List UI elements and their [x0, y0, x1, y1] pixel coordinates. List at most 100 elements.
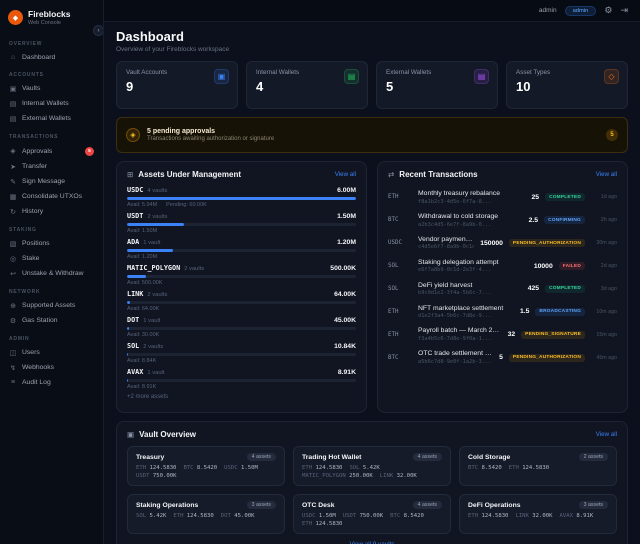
holding-symbol: USDC: [302, 513, 316, 519]
sidebar-item-label: Internal Wallets: [22, 100, 69, 107]
stat-value: 10: [516, 79, 531, 94]
vault-card[interactable]: Staking Operations 3 assets SOL 5.42K ET…: [127, 494, 285, 534]
sidebar-item[interactable]: ⊕ Supported Assets: [4, 298, 99, 313]
holding-value: 124.5830: [315, 465, 343, 471]
sidebar-collapse-button[interactable]: ‹: [93, 25, 103, 36]
holding-value: 750.00K: [359, 513, 384, 519]
asset-symbol: SOL: [127, 342, 140, 350]
sidebar-item[interactable]: ▣ Vaults: [4, 81, 99, 96]
holding-value: 8.5420: [481, 465, 502, 471]
sidebar-item-label: Unstake & Withdraw: [22, 270, 84, 277]
pending-approvals-banner[interactable]: ◈ 5 pending approvals Transactions await…: [116, 117, 628, 153]
sidebar-item[interactable]: ▤ External Wallets: [4, 111, 99, 126]
asset-symbol: ADA: [127, 238, 140, 246]
sidebar-item[interactable]: ↻ History: [4, 204, 99, 219]
main-content: Dashboard Overview of your Fireblocks wo…: [104, 22, 640, 544]
transaction-row[interactable]: ETH Payroll batch — March 2026 f3a4b5c6-…: [388, 323, 617, 346]
asset-available: Avail: 30.00K: [127, 331, 160, 338]
sidebar-item-icon: ▧: [9, 240, 17, 248]
holding-value: 250.00K: [349, 473, 373, 479]
vault-holding: USDT 750.00K: [136, 473, 176, 479]
stat-icon: ▣: [214, 69, 229, 84]
vault-holding: ETH 124.5830: [302, 465, 342, 471]
sidebar-item-icon: ↻: [10, 208, 16, 216]
vault-name: Trading Hot Wallet: [302, 453, 362, 461]
asset-available: Avail: 64.00K: [127, 305, 160, 312]
vault-holding: LINK 32.00K: [380, 473, 417, 479]
vault-card[interactable]: OTC Desk 4 assets USDC 1.50M USDT 750.00…: [293, 494, 451, 534]
txn-title: Staking delegation attempt: [418, 258, 499, 266]
sidebar-item-label: Audit Log: [22, 378, 51, 386]
aum-asset-row[interactable]: ADA 1 vault 1.20M Avail: 1.20M: [127, 238, 356, 260]
vault-name: Treasury: [136, 453, 165, 461]
sidebar-item[interactable]: ◫ Users: [4, 345, 99, 360]
sidebar-item[interactable]: ◈ Approvals 5: [4, 143, 99, 159]
vault-asset-count-badge: 4 assets: [412, 501, 442, 509]
transactions-view-all-link[interactable]: View all: [596, 171, 617, 178]
transaction-row[interactable]: SOL Staking delegation attempt e6f7a8b9-…: [388, 255, 617, 278]
sidebar-item[interactable]: ▧ Positions: [4, 236, 99, 251]
aum-asset-row[interactable]: DOT 1 vault 45.00K Avail: 30.00K: [127, 316, 356, 338]
vault-card[interactable]: Trading Hot Wallet 4 assets ETH 124.5830…: [293, 446, 451, 486]
sidebar-item[interactable]: ▦ Consolidate UTXOs: [4, 189, 99, 204]
sidebar-item[interactable]: ↩ Unstake & Withdraw: [4, 266, 99, 281]
asset-symbol: USDC: [127, 186, 144, 194]
holding-value: 1.50M: [241, 465, 258, 471]
more-assets-link[interactable]: +2 more assets: [127, 394, 356, 400]
holding-value: 8.5420: [403, 513, 424, 519]
holding-symbol: BTC: [390, 513, 401, 519]
txn-asset: SOL: [388, 285, 399, 292]
asset-progress-track: [127, 352, 356, 356]
vault-cards-grid: Treasury 4 assets ETH 124.5830 BTC 8.542…: [127, 446, 617, 534]
transaction-row[interactable]: BTC Withdrawal to cold storage a2b3c4d5-…: [388, 209, 617, 232]
transaction-row[interactable]: USDC Vendor payment — invoice ... c4d5e6…: [388, 232, 617, 255]
swap-arrows-icon: ⇄: [388, 170, 395, 179]
holding-value: 1.50M: [318, 513, 336, 519]
txn-amount: 32: [507, 331, 516, 339]
sidebar: ◆ Fireblocks Web Console ‹ Overview ⌂ Da…: [0, 0, 104, 544]
transaction-row[interactable]: BTC OTC trade settlement — Bl... a5b6c7d…: [388, 346, 617, 369]
transaction-row[interactable]: SOL DeFi yield harvest b9c0d1e2-3f4a-5b6…: [388, 278, 617, 301]
sidebar-item[interactable]: ≡ Audit Log: [4, 375, 99, 389]
sidebar-item[interactable]: ↯ Webhooks: [4, 360, 99, 375]
aum-asset-row[interactable]: LINK 2 vaults 64.00K Avail: 64.00K: [127, 290, 356, 312]
aum-asset-row[interactable]: USDC 4 vaults 6.00M Avail: 5.94M Pending…: [127, 186, 356, 208]
logout-icon[interactable]: ⇥: [620, 5, 628, 16]
holding-symbol: MATIC_POLYGON: [302, 473, 346, 479]
asset-vault-count: 2 vaults: [184, 266, 205, 272]
transaction-row[interactable]: ETH Monthly treasury rebalance f8a1b2c3-…: [388, 186, 617, 209]
fireblocks-logo-icon: ◆: [8, 10, 23, 25]
vault-holding: USDC 1.50M: [302, 513, 336, 519]
transaction-row[interactable]: ETH NFT marketplace settlement d1e2f3a4-…: [388, 300, 617, 323]
vault-holding: DOT 45.00K: [221, 513, 255, 519]
stat-card: Asset Types 10 ◇: [506, 61, 628, 109]
page-title: Dashboard: [116, 29, 184, 44]
aum-asset-row[interactable]: MATIC_POLYGON 2 vaults 500.00K Avail: 50…: [127, 264, 356, 286]
asset-pending: Pending: 60.00K: [166, 201, 207, 208]
aum-asset-row[interactable]: USDT 2 vaults 1.50M Avail: 1.50M: [127, 212, 356, 234]
sidebar-section: Admin ◫ Users ↯ Webhooks ≡ Audi: [0, 336, 103, 389]
sidebar-item[interactable]: ➤ Transfer: [4, 159, 99, 174]
asset-available: Avail: 1.20M: [127, 253, 158, 260]
stat-card: Internal Wallets 4 ▤: [246, 61, 368, 109]
vault-card[interactable]: DeFi Operations 3 assets ETH 124.5830 LI…: [459, 494, 617, 534]
holding-value: 124.5830: [522, 465, 550, 471]
vault-card[interactable]: Treasury 4 assets ETH 124.5830 BTC 8.542…: [127, 446, 285, 486]
aum-asset-row[interactable]: SOL 2 vaults 10.84K Avail: 8.84K: [127, 342, 356, 364]
sidebar-item[interactable]: ▤ Internal Wallets: [4, 96, 99, 111]
sidebar-item[interactable]: ◎ Stake: [4, 251, 99, 266]
sidebar-item-label: Vaults: [22, 85, 41, 92]
aum-asset-row[interactable]: AVAX 1 vault 8.91K Avail: 8.91K: [127, 368, 356, 390]
txn-amount: 5: [499, 354, 503, 362]
settings-gear-icon[interactable]: ⚙: [604, 5, 612, 16]
sidebar-item[interactable]: ⌂ Dashboard: [4, 50, 99, 64]
sidebar-item[interactable]: ✎ Sign Message: [4, 174, 99, 189]
holding-value: 32.00K: [396, 473, 417, 479]
asset-total: 1.50M: [337, 213, 356, 220]
role-badge: admin: [564, 5, 597, 16]
txn-time: 3d ago: [600, 285, 617, 292]
vaults-view-all-link[interactable]: View all: [596, 431, 617, 438]
sidebar-item[interactable]: ⚙ Gas Station: [4, 313, 99, 328]
aum-view-all-link[interactable]: View all: [335, 171, 356, 178]
vault-card[interactable]: Cold Storage 2 assets BTC 8.5420 ETH 124…: [459, 446, 617, 486]
